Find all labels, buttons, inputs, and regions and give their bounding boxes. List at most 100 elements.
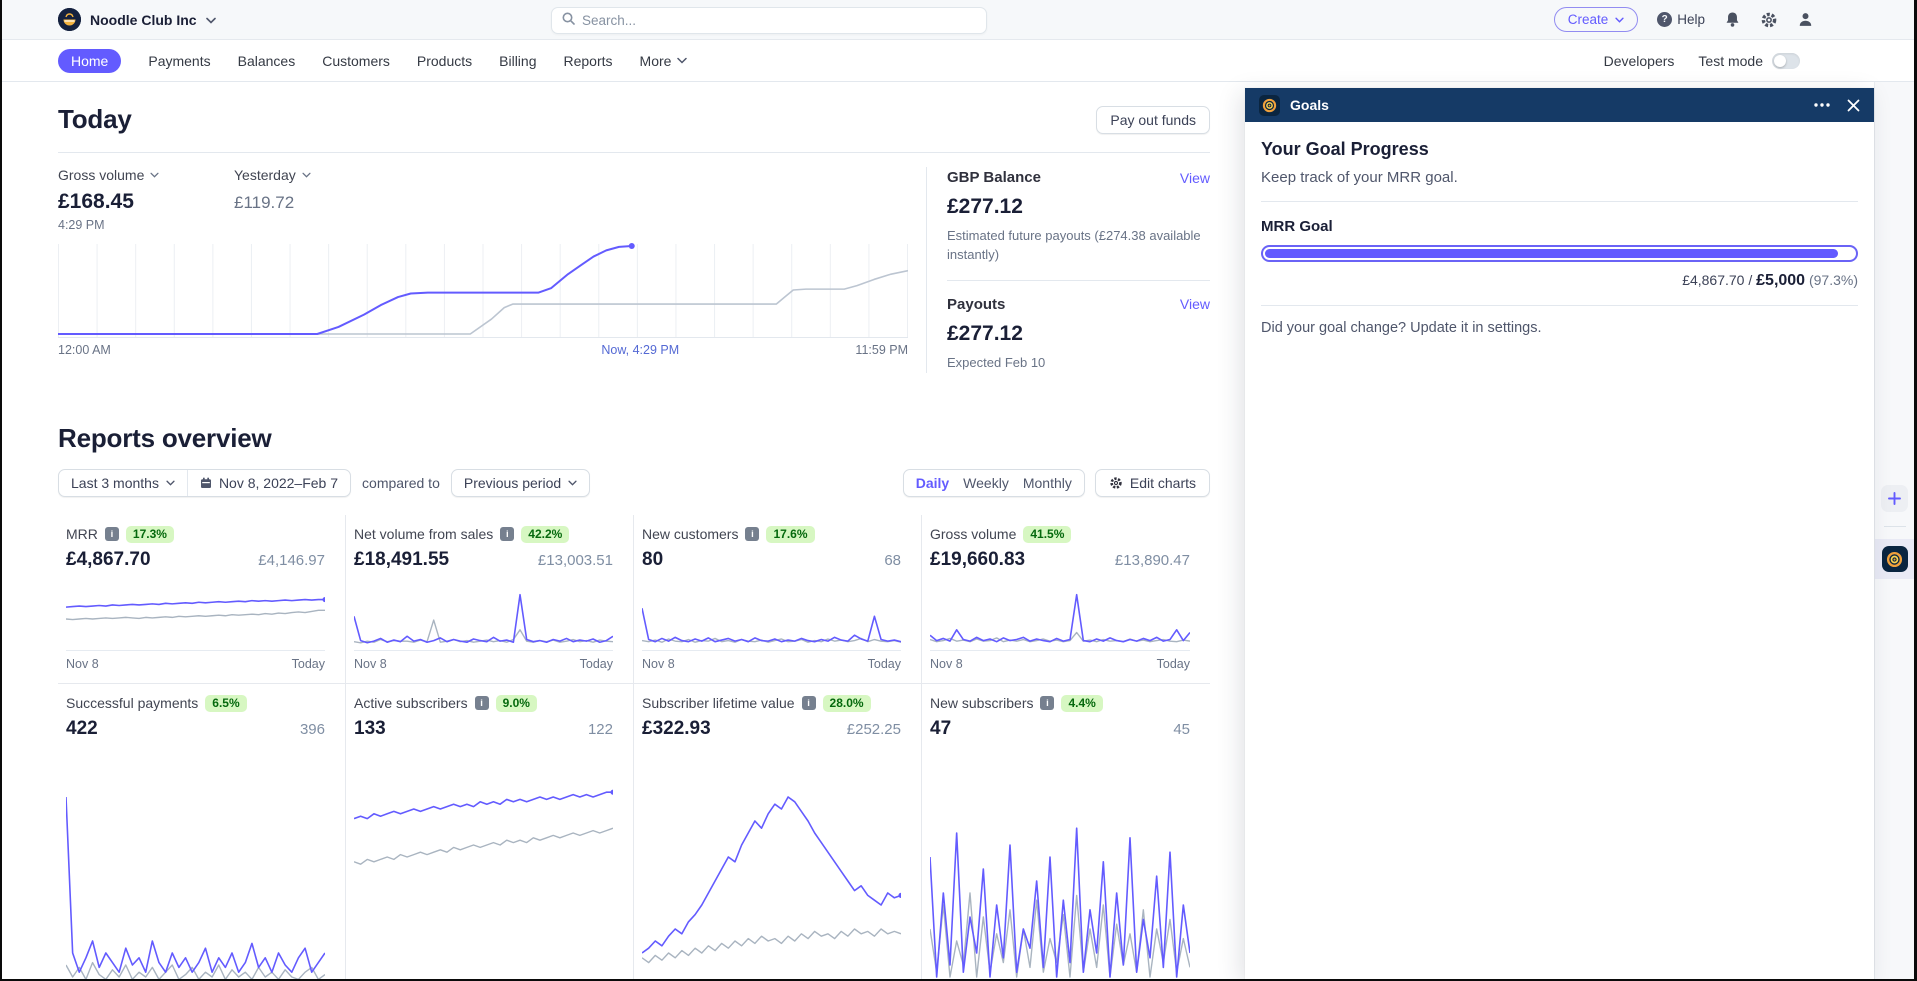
sparkline-start-label: Nov 8 bbox=[642, 657, 675, 671]
metric-sparkline-chart bbox=[66, 586, 325, 650]
goal-percent: (97.3%) bbox=[1805, 272, 1858, 288]
close-icon[interactable] bbox=[1847, 99, 1860, 112]
compare-period-selector[interactable]: Previous period bbox=[452, 470, 589, 496]
payouts-label: Payouts bbox=[947, 296, 1005, 313]
metric-compare-value: 396 bbox=[300, 721, 325, 738]
date-range-control: Last 3 months Nov 8, 2022–Feb 7 bbox=[58, 469, 351, 497]
goals-app-panel: Goals Your Goal Progress Keep track of y… bbox=[1245, 88, 1874, 979]
growth-badge: 17.3% bbox=[126, 526, 174, 543]
edit-charts-label: Edit charts bbox=[1130, 475, 1196, 491]
nav-item-more[interactable]: More bbox=[640, 53, 688, 69]
test-mode-label: Test mode bbox=[1698, 53, 1763, 69]
metric-sparkline-chart bbox=[66, 755, 325, 981]
comparison-period-selector[interactable]: Yesterday bbox=[234, 167, 311, 183]
today-title: Today bbox=[58, 104, 132, 135]
growth-badge: 17.6% bbox=[766, 526, 814, 543]
info-icon[interactable]: i bbox=[500, 527, 514, 541]
granularity-daily[interactable]: Daily bbox=[910, 475, 955, 491]
chevron-down-icon bbox=[166, 480, 175, 486]
balance-divider bbox=[947, 280, 1210, 281]
metric-card: Active subscribers i 9.0% 133 122 Nov 8 … bbox=[346, 684, 634, 981]
add-app-button[interactable] bbox=[1881, 485, 1908, 512]
gbp-balance-value: £277.12 bbox=[947, 195, 1210, 219]
create-button-label: Create bbox=[1568, 12, 1609, 27]
nav-more-label: More bbox=[640, 53, 672, 69]
main-content: Today Pay out funds Gross volume £168.45… bbox=[58, 82, 1210, 981]
org-switcher[interactable]: Noodle Club Inc bbox=[58, 8, 216, 31]
nav-item-payments[interactable]: Payments bbox=[148, 53, 210, 69]
notifications-bell-icon[interactable] bbox=[1724, 11, 1741, 28]
sparkline-start-label: Nov 8 bbox=[354, 657, 387, 671]
axis-label-end: 11:59 PM bbox=[855, 343, 908, 357]
search-bar[interactable] bbox=[551, 7, 987, 34]
goal-progress-subheading: Keep track of your MRR goal. bbox=[1261, 169, 1858, 202]
toggle-knob bbox=[1774, 55, 1786, 67]
chevron-down-icon bbox=[1615, 17, 1624, 23]
goal-current-amount: £4,867.70 / bbox=[1682, 272, 1756, 288]
payouts-view-link[interactable]: View bbox=[1180, 296, 1210, 312]
help-button[interactable]: ? Help bbox=[1657, 12, 1705, 27]
mrr-goal-label: MRR Goal bbox=[1261, 218, 1858, 235]
growth-badge: 42.2% bbox=[521, 526, 569, 543]
nav-item-customers[interactable]: Customers bbox=[322, 53, 390, 69]
today-chart-section: Gross volume £168.45 4:29 PM Yesterday £… bbox=[58, 153, 926, 373]
topbar: Noodle Club Inc Create ? Help bbox=[2, 0, 1914, 40]
metric-card: New customers i 17.6% 80 68 Nov 8 Today bbox=[634, 515, 922, 684]
question-mark-icon: ? bbox=[1657, 12, 1672, 27]
sparkline-start-label: Nov 8 bbox=[930, 657, 963, 671]
goals-app-rail-button[interactable] bbox=[1875, 539, 1915, 579]
metric-value: 133 bbox=[354, 718, 386, 740]
metric-card: New subscribers i 4.4% 47 45 Nov 8 Today bbox=[922, 684, 1210, 981]
date-range-picker[interactable]: Nov 8, 2022–Feb 7 bbox=[187, 470, 350, 496]
gross-volume-label: Gross volume bbox=[58, 167, 144, 183]
user-profile-icon[interactable] bbox=[1797, 11, 1814, 28]
pay-out-funds-button[interactable]: Pay out funds bbox=[1096, 106, 1210, 134]
goal-footnote: Did your goal change? Update it in setti… bbox=[1261, 320, 1858, 336]
info-icon[interactable]: i bbox=[105, 527, 119, 541]
nav-item-developers[interactable]: Developers bbox=[1604, 53, 1675, 69]
compare-period-control: Previous period bbox=[451, 469, 590, 497]
payouts-value: £277.12 bbox=[947, 322, 1210, 346]
calendar-icon bbox=[200, 477, 212, 489]
payouts-desc: Expected Feb 10 bbox=[947, 354, 1210, 373]
sparkline-end-label: Today bbox=[292, 657, 325, 671]
nav-item-reports[interactable]: Reports bbox=[564, 53, 613, 69]
more-options-icon[interactable] bbox=[1814, 103, 1830, 107]
main-nav: Home Payments Balances Customers Product… bbox=[2, 40, 1914, 82]
axis-label-start: 12:00 AM bbox=[58, 343, 111, 357]
date-range-selector[interactable]: Last 3 months bbox=[59, 470, 187, 496]
search-input[interactable] bbox=[582, 13, 976, 28]
nav-item-balances[interactable]: Balances bbox=[238, 53, 296, 69]
edit-charts-button[interactable]: Edit charts bbox=[1095, 469, 1210, 497]
granularity-monthly[interactable]: Monthly bbox=[1017, 475, 1078, 491]
chevron-down-icon bbox=[302, 172, 311, 178]
metric-sparkline-chart bbox=[642, 755, 901, 981]
gbp-balance-view-link[interactable]: View bbox=[1180, 170, 1210, 186]
gross-volume-metric-selector[interactable]: Gross volume bbox=[58, 167, 234, 183]
gross-volume-time: 4:29 PM bbox=[58, 218, 234, 232]
metric-sparkline-chart bbox=[354, 755, 613, 981]
metric-sparkline-chart bbox=[930, 755, 1190, 981]
date-range-label: Last 3 months bbox=[71, 475, 159, 491]
nav-item-products[interactable]: Products bbox=[417, 53, 472, 69]
settings-gear-icon[interactable] bbox=[1760, 11, 1778, 29]
info-icon[interactable]: i bbox=[475, 696, 489, 710]
growth-badge: 4.4% bbox=[1061, 695, 1102, 712]
info-icon[interactable]: i bbox=[802, 696, 816, 710]
nav-item-billing[interactable]: Billing bbox=[499, 53, 536, 69]
metric-card: Successful payments 6.5% 422 396 Nov 8 T… bbox=[58, 684, 346, 981]
metric-compare-value: £4,146.97 bbox=[258, 552, 325, 569]
info-icon[interactable]: i bbox=[745, 527, 759, 541]
growth-badge: 6.5% bbox=[205, 695, 246, 712]
test-mode-toggle[interactable] bbox=[1772, 53, 1800, 69]
metric-card: Net volume from sales i 42.2% £18,491.55… bbox=[346, 515, 634, 684]
metric-card: Subscriber lifetime value i 28.0% £322.9… bbox=[634, 684, 922, 981]
yesterday-label: Yesterday bbox=[234, 167, 296, 183]
rail-divider bbox=[1884, 526, 1906, 527]
nav-item-home[interactable]: Home bbox=[58, 49, 121, 73]
chevron-down-icon bbox=[568, 480, 577, 486]
create-button[interactable]: Create bbox=[1554, 7, 1639, 32]
granularity-weekly[interactable]: Weekly bbox=[957, 475, 1015, 491]
granularity-control: Daily Weekly Monthly bbox=[903, 469, 1085, 497]
info-icon[interactable]: i bbox=[1040, 696, 1054, 710]
